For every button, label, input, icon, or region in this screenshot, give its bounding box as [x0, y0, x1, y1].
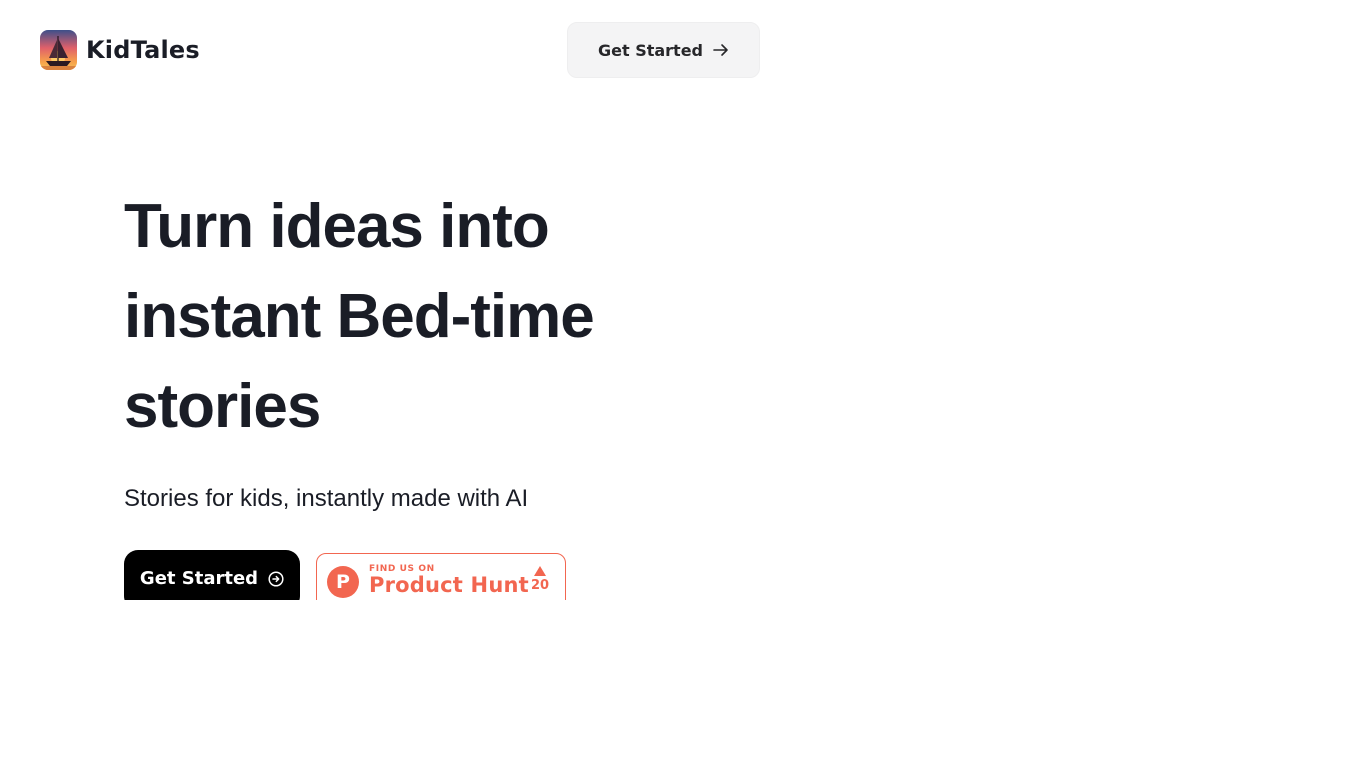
upvote-count: 20	[530, 578, 550, 593]
header-get-started-label: Get Started	[597, 40, 703, 60]
landing-page: KidTales Get Started Turn ideas into ins…	[0, 0, 1352, 760]
hero-get-started-label: Get Started	[139, 568, 259, 589]
header-get-started-button[interactable]: Get Started	[567, 22, 760, 78]
arrow-right-icon	[713, 44, 728, 56]
brand[interactable]: KidTales	[40, 30, 200, 70]
hero-title-line: instant Bed-time	[124, 282, 595, 351]
product-hunt-logo-icon: P	[327, 566, 359, 598]
product-hunt-name: Product Hunt	[369, 573, 529, 597]
hero-title-line: stories	[124, 372, 321, 441]
product-hunt-badge[interactable]: P FIND US ON Product Hunt 20	[316, 553, 566, 600]
product-hunt-upvotes: 20	[529, 566, 551, 593]
brand-name: KidTales	[86, 36, 200, 64]
cta-row: Get Started P FIND US ON Product Hunt 20	[0, 540, 1352, 600]
hero-get-started-button[interactable]: Get Started	[124, 550, 300, 600]
hero-subtitle: Stories for kids, instantly made with AI	[124, 485, 529, 512]
arrow-circle-right-icon	[268, 571, 284, 587]
hero-title-line: Turn ideas into	[124, 192, 550, 261]
upvote-triangle-icon	[534, 566, 546, 576]
hero-title: Turn ideas into instant Bed-time stories	[124, 182, 764, 452]
sailboat-logo-icon	[40, 30, 77, 70]
